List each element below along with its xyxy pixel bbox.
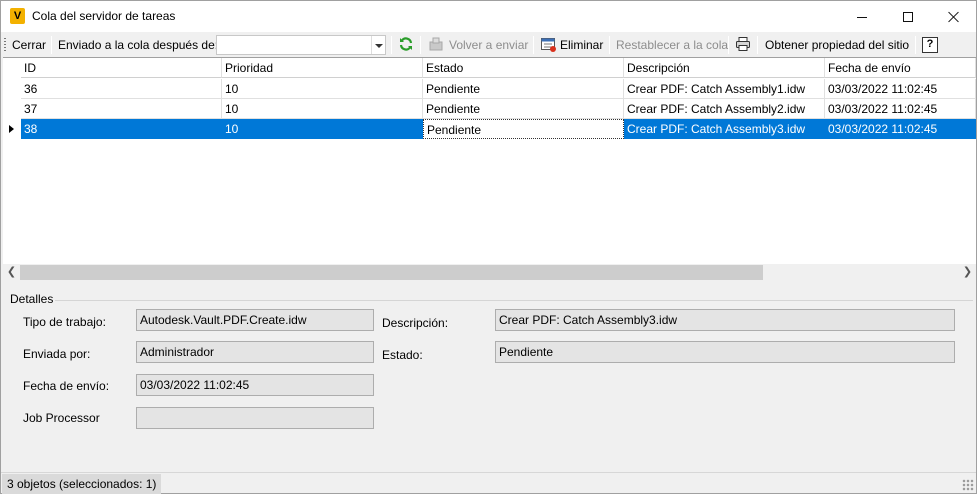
row-header-corner	[3, 58, 20, 78]
minimize-icon	[857, 16, 867, 18]
state-field[interactable]: Pendiente	[495, 341, 955, 363]
sent-by-field[interactable]: Administrador	[136, 341, 374, 363]
column-header-state[interactable]: Estado	[423, 58, 624, 78]
job-type-field[interactable]: Autodesk.Vault.PDF.Create.idw	[136, 309, 374, 331]
column-header-priority[interactable]: Prioridad	[222, 58, 423, 78]
reset-queue-button[interactable]: Restablecer a la cola	[616, 35, 728, 55]
cell-description[interactable]: Crear PDF: Catch Assembly1.idw	[624, 79, 825, 99]
status-bar: 3 objetos (seleccionados: 1)	[1, 472, 976, 494]
chevron-down-icon[interactable]	[371, 36, 385, 54]
column-header-id[interactable]: ID	[21, 58, 222, 78]
grid-header-row: ID Prioridad Estado Descripción Fecha de…	[3, 58, 976, 78]
job-queue-grid: ID Prioridad Estado Descripción Fecha de…	[3, 57, 976, 281]
cell-description[interactable]: Crear PDF: Catch Assembly2.idw	[624, 99, 825, 119]
maximize-icon	[903, 12, 913, 23]
cell-sent-date[interactable]: 03/03/2022 11:02:45	[825, 99, 976, 119]
maximize-button[interactable]	[885, 1, 931, 32]
toolbar: Cerrar Enviado a la cola después de: Vol…	[1, 33, 976, 57]
close-icon	[948, 11, 960, 23]
sent-date-field[interactable]: 03/03/2022 11:02:45	[136, 374, 374, 396]
column-header-description[interactable]: Descripción	[624, 58, 825, 78]
scrollbar-thumb[interactable]	[20, 265, 763, 280]
details-group-title: Detalles	[10, 292, 54, 306]
delete-button[interactable]: Eliminar	[560, 35, 603, 55]
cell-priority[interactable]: 10	[222, 99, 423, 119]
description-field[interactable]: Crear PDF: Catch Assembly3.idw	[495, 309, 955, 331]
get-site-property-button[interactable]: Obtener propiedad del sitio	[765, 35, 909, 55]
table-row[interactable]: 36 10 Pendiente Crear PDF: Catch Assembl…	[3, 79, 976, 99]
job-type-label: Tipo de trabajo:	[23, 315, 106, 329]
cell-state[interactable]: Pendiente	[423, 99, 624, 119]
minimize-button[interactable]	[839, 1, 885, 32]
column-header-sent-date[interactable]: Fecha de envío	[825, 58, 976, 78]
vault-app-icon: V	[10, 8, 25, 24]
toolbar-separator	[609, 36, 610, 54]
cell-priority[interactable]: 10	[222, 119, 423, 139]
toolbar-separator	[533, 36, 534, 54]
toolbar-separator	[51, 36, 52, 54]
title-bar: V Cola del servidor de tareas	[1, 1, 976, 32]
toolbar-separator	[757, 36, 758, 54]
row-header[interactable]	[3, 119, 20, 139]
table-row-selected[interactable]: 38 10 Pendiente Crear PDF: Catch Assembl…	[3, 119, 976, 139]
row-header[interactable]	[3, 79, 20, 99]
queued-after-dropdown[interactable]	[216, 35, 386, 55]
table-row[interactable]: 37 10 Pendiente Crear PDF: Catch Assembl…	[3, 99, 976, 119]
close-button[interactable]: Cerrar	[12, 35, 46, 55]
toolbar-separator	[915, 36, 916, 54]
queued-after-label: Enviado a la cola después de:	[58, 38, 219, 52]
resize-grip-icon[interactable]	[962, 479, 974, 491]
cell-priority[interactable]: 10	[222, 79, 423, 99]
close-window-button[interactable]	[931, 1, 977, 32]
refresh-icon[interactable]	[398, 36, 414, 52]
state-label: Estado:	[382, 348, 423, 362]
horizontal-scrollbar[interactable]: ❮ ❯	[3, 264, 976, 281]
cell-sent-date[interactable]: 03/03/2022 11:02:45	[825, 119, 976, 139]
scroll-right-icon[interactable]: ❯	[959, 264, 976, 281]
details-divider	[55, 300, 973, 301]
resubmit-button[interactable]: Volver a enviar	[449, 35, 528, 55]
cell-id[interactable]: 36	[21, 79, 222, 99]
window-title: Cola del servidor de tareas	[32, 9, 176, 23]
job-processor-label: Job Processor	[23, 411, 100, 425]
scroll-left-icon[interactable]: ❮	[3, 264, 20, 281]
toolbar-separator	[391, 36, 392, 54]
toolbar-grip[interactable]	[4, 38, 6, 53]
cell-sent-date[interactable]: 03/03/2022 11:02:45	[825, 79, 976, 99]
description-label: Descripción:	[382, 316, 449, 330]
delete-icon	[541, 38, 556, 52]
row-header[interactable]	[3, 99, 20, 119]
help-icon[interactable]: ?	[922, 37, 938, 53]
sent-by-label: Enviada por:	[23, 347, 91, 361]
status-text: 3 objetos (seleccionados: 1)	[2, 474, 162, 494]
cell-state[interactable]: Pendiente	[423, 119, 624, 139]
sent-date-label: Fecha de envío:	[23, 379, 110, 393]
current-row-arrow-icon	[9, 125, 14, 133]
toolbar-separator	[728, 36, 729, 54]
cell-id[interactable]: 37	[21, 99, 222, 119]
cell-description[interactable]: Crear PDF: Catch Assembly3.idw	[624, 119, 825, 139]
printer-icon[interactable]	[735, 36, 751, 52]
resubmit-icon	[429, 37, 443, 51]
job-processor-field[interactable]	[136, 407, 374, 429]
cell-state[interactable]: Pendiente	[423, 79, 624, 99]
cell-id[interactable]: 38	[21, 119, 222, 139]
task-queue-window: V Cola del servidor de tareas Cerrar Env…	[0, 0, 977, 494]
toolbar-separator	[420, 36, 421, 54]
